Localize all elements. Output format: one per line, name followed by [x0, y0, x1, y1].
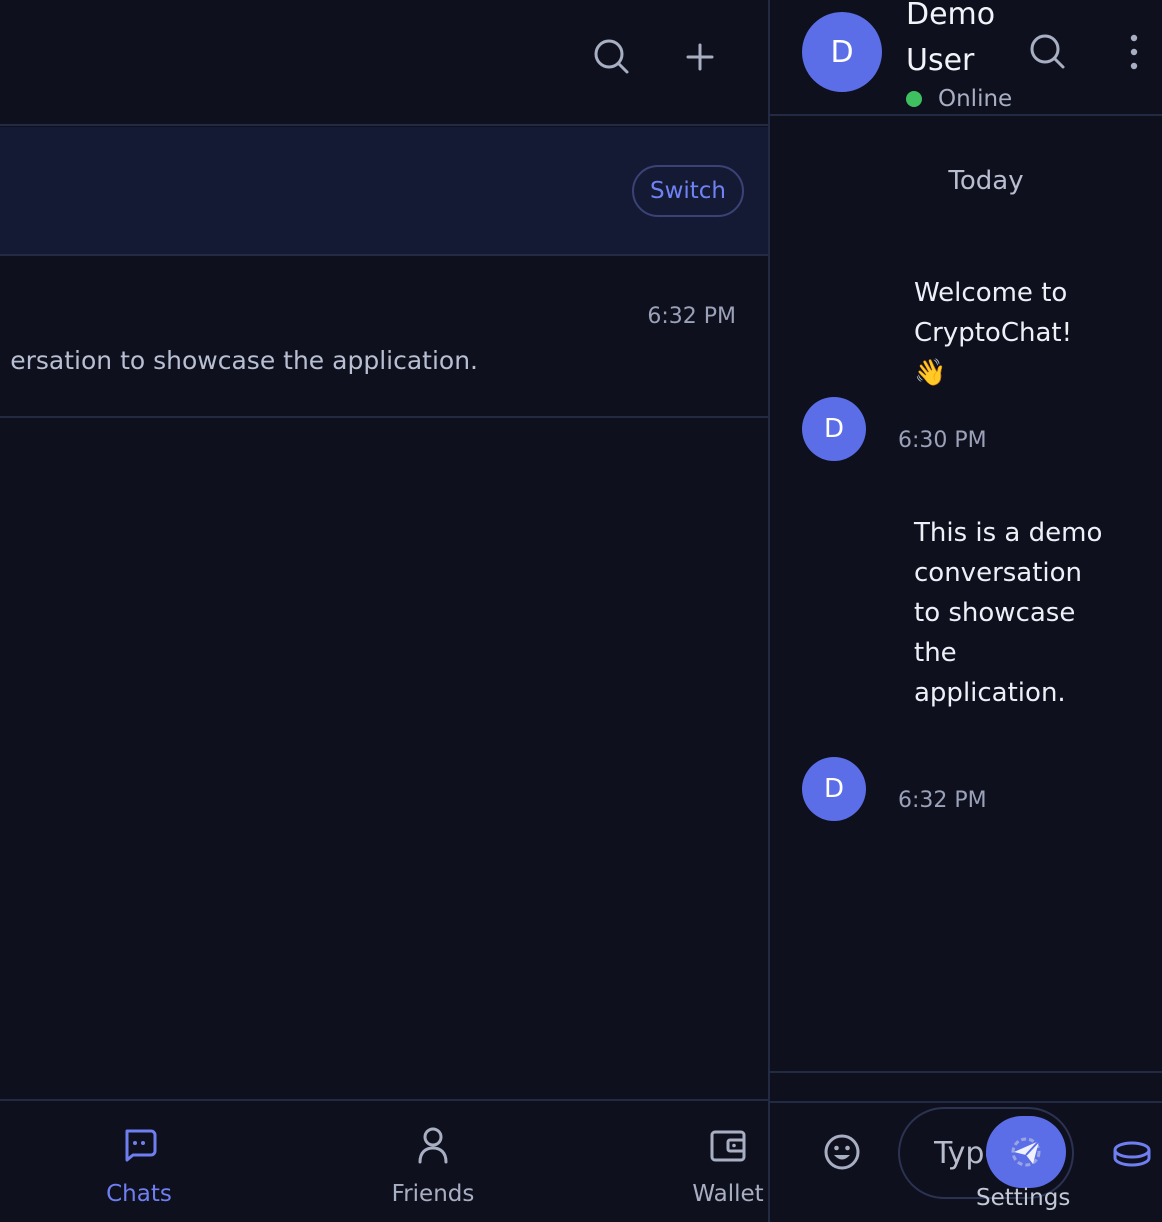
message-time: 6:30 PM: [898, 428, 987, 453]
chat-item-preview: ersation to showcase the application.: [10, 346, 478, 375]
chat-item-time: 6:32 PM: [647, 304, 736, 329]
wallet-icon: [708, 1125, 748, 1165]
conversation-pane: D Demo User Online Today Welcome to Cryp…: [770, 0, 1162, 1222]
conversation-search-button[interactable]: [1020, 24, 1076, 80]
coin-stack-icon: [1113, 1141, 1151, 1167]
plus-icon: [686, 43, 714, 71]
bottom-nav: Chats Friends Wallet: [0, 1099, 768, 1222]
avatar: D: [802, 757, 866, 821]
switch-button[interactable]: Switch: [632, 165, 744, 217]
search-icon: [1030, 34, 1065, 69]
message-text: This is a demo conversation to showcase …: [914, 518, 1103, 708]
more-options-button[interactable]: [1116, 24, 1152, 80]
day-separator: Today: [948, 166, 1024, 196]
more-vertical-icon: [1130, 34, 1138, 70]
settings-tooltip: Settings: [976, 1185, 1071, 1211]
chat-list-item[interactable]: 6:32 PM ersation to showcase the applica…: [0, 257, 768, 418]
person-icon: [413, 1125, 453, 1165]
emoji-button[interactable]: [820, 1130, 864, 1174]
tab-friends[interactable]: Friends: [373, 1101, 493, 1222]
message-composer: Settings: [770, 1071, 1162, 1222]
chat-icon: [119, 1125, 159, 1165]
new-chat-button[interactable]: [672, 29, 728, 85]
search-icon: [594, 39, 629, 74]
search-button[interactable]: [584, 29, 640, 85]
status-text: Online: [938, 86, 1013, 112]
online-indicator: [906, 91, 922, 107]
contact-name: Demo User: [906, 0, 996, 78]
message-time: 6:32 PM: [898, 788, 987, 813]
avatar[interactable]: D: [802, 12, 882, 92]
message-text: Welcome to CryptoChat! 👋: [914, 278, 1073, 388]
chat-list-header: [0, 0, 768, 126]
avatar: D: [802, 397, 866, 461]
tab-chats[interactable]: Chats: [79, 1101, 199, 1222]
tab-friends-label: Friends: [391, 1181, 475, 1207]
tab-wallet-label: Wallet: [692, 1181, 764, 1207]
send-button[interactable]: [986, 1116, 1066, 1188]
conversation-header: D Demo User Online: [770, 0, 1162, 116]
composer-divider: [770, 1101, 1162, 1103]
chat-list-pane: Switch 6:32 PM ersation to showcase the …: [0, 0, 768, 1222]
presence-status: Online: [906, 86, 1012, 112]
send-icon: [1011, 1137, 1041, 1167]
crypto-send-button[interactable]: [1110, 1135, 1154, 1175]
smiley-icon: [824, 1134, 860, 1170]
tab-chats-label: Chats: [106, 1181, 172, 1207]
